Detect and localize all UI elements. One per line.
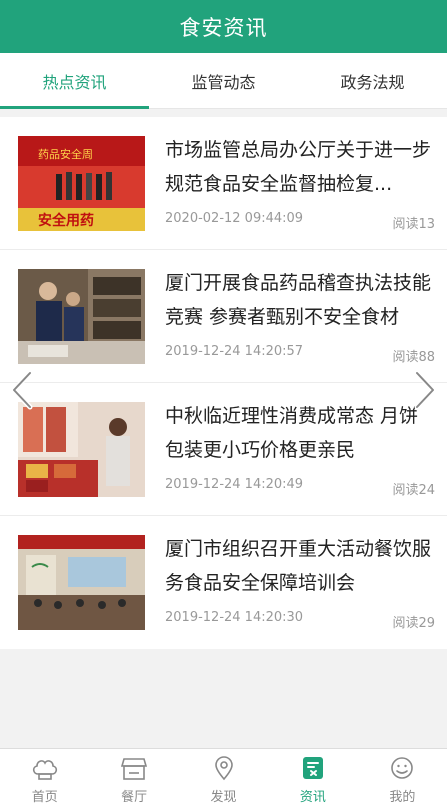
news-thumbnail xyxy=(18,535,145,630)
app-header: 食安资讯 xyxy=(0,0,447,53)
nav-profile[interactable]: 我的 xyxy=(358,749,447,811)
news-item[interactable]: 厦门开展食品药品稽查执法技能竞赛 参赛者甄别不安全食材 2019-12-24 1… xyxy=(0,250,447,383)
news-item[interactable]: 中秋临近理性消费成常态 月饼包装更小巧价格更亲民 2019-12-24 14:2… xyxy=(0,383,447,516)
smiley-profile-icon xyxy=(391,757,414,779)
news-date: 2019-12-24 14:20:49 xyxy=(165,477,304,492)
read-count: 阅读29 xyxy=(392,616,435,631)
chevron-left-icon xyxy=(11,370,33,410)
tab-hot-news[interactable]: 热点资讯 xyxy=(0,53,149,109)
nav-label: 餐厅 xyxy=(121,790,148,805)
thumbnail-caption: 安全用药 xyxy=(38,212,94,229)
news-thumbnail xyxy=(18,402,145,497)
nav-label: 发现 xyxy=(210,790,237,805)
news-date: 2019-12-24 14:20:57 xyxy=(165,344,304,359)
news-item[interactable]: 厦门市组织召开重大活动餐饮服务食品安全保障培训会 2019-12-24 14:2… xyxy=(0,516,447,649)
nav-news[interactable]: 资讯 xyxy=(268,749,357,811)
read-count: 阅读88 xyxy=(392,350,435,365)
tab-government-regulations[interactable]: 政务法规 xyxy=(298,53,447,108)
news-thumbnail: 药品安全周 安全用药 xyxy=(18,136,145,231)
category-tabs: 热点资讯 监管动态 政务法规 xyxy=(0,53,447,109)
news-date: 2019-12-24 14:20:30 xyxy=(165,610,304,625)
news-title: 市场监管总局办公厅关于进一步规范食品安全监督抽检复... xyxy=(165,139,432,195)
read-count: 阅读13 xyxy=(392,217,435,232)
nav-restaurant[interactable]: 餐厅 xyxy=(89,749,178,811)
nav-label: 我的 xyxy=(389,790,416,805)
tab-regulatory-updates[interactable]: 监管动态 xyxy=(149,53,298,108)
news-title: 厦门开展食品药品稽查执法技能竞赛 参赛者甄别不安全食材 xyxy=(165,272,432,328)
news-item[interactable]: 药品安全周 安全用药 市场监管总局办公厅关于进一步规范食品安全监督抽检复... … xyxy=(0,117,447,250)
nav-label: 资讯 xyxy=(299,790,326,805)
news-thumbnail xyxy=(18,269,145,364)
store-icon xyxy=(121,758,148,780)
nav-discover[interactable]: 发现 xyxy=(179,749,268,811)
news-icon xyxy=(302,757,323,779)
carousel-next-arrow[interactable] xyxy=(411,370,439,410)
page-title: 食安资讯 xyxy=(179,15,268,40)
location-pin-icon xyxy=(214,756,233,781)
chef-hat-icon xyxy=(32,760,57,780)
chevron-right-icon xyxy=(414,370,436,410)
svg-text:药品安全周: 药品安全周 xyxy=(38,147,93,161)
nav-label: 首页 xyxy=(31,790,58,805)
news-date: 2020-02-12 09:44:09 xyxy=(165,211,304,226)
news-title: 厦门市组织召开重大活动餐饮服务食品安全保障培训会 xyxy=(165,538,432,594)
news-list: 药品安全周 安全用药 市场监管总局办公厅关于进一步规范食品安全监督抽检复... … xyxy=(0,117,447,649)
news-title: 中秋临近理性消费成常态 月饼包装更小巧价格更亲民 xyxy=(165,405,419,461)
bottom-navigation: 首页 餐厅 发现 资讯 我的 xyxy=(0,748,447,811)
carousel-prev-arrow[interactable] xyxy=(8,370,36,410)
read-count: 阅读24 xyxy=(392,483,435,498)
nav-home[interactable]: 首页 xyxy=(0,749,89,811)
